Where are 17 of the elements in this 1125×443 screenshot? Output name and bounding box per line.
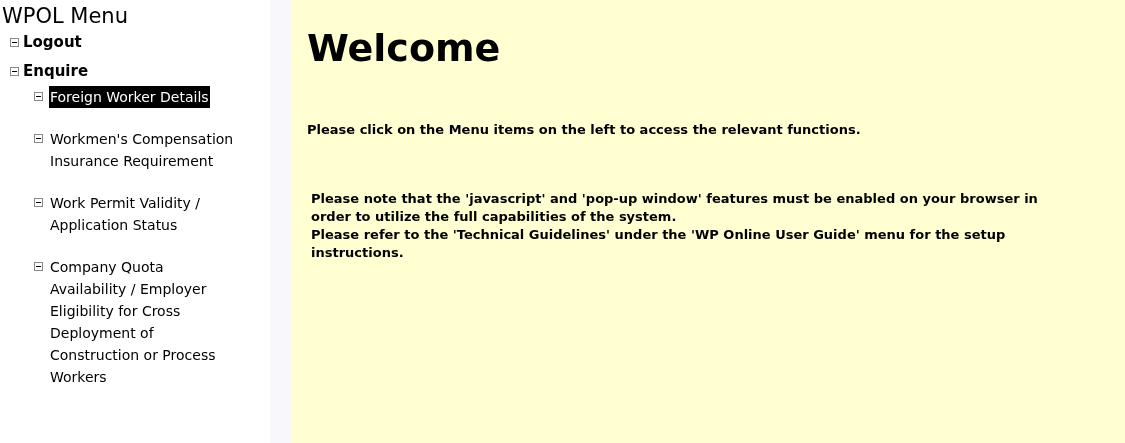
collapse-icon[interactable]: [10, 38, 19, 47]
collapse-icon[interactable]: [34, 262, 43, 271]
menu-item[interactable]: Work Permit Validity / Application Status: [49, 192, 241, 236]
menu-item[interactable]: Foreign Worker Details: [49, 86, 210, 108]
intro-text: Please click on the Menu items on the left to access the relevant functions.: [307, 121, 862, 139]
menu-title: WPOL Menu: [2, 4, 129, 28]
menu-item[interactable]: Logout: [22, 31, 83, 54]
collapse-icon[interactable]: [34, 198, 43, 207]
welcome-heading: Welcome: [307, 25, 502, 72]
collapse-icon[interactable]: [34, 92, 43, 101]
note-text: Please refer to the 'Technical Guidelines' under the 'WP Online User Guide' menu for the setup instructions.: [311, 225, 1007, 262]
collapse-icon[interactable]: [34, 134, 43, 143]
menu-item[interactable]: Company Quota Availability / Employer Eligibility for Cross Deployment of Construction or Process Workers: [49, 256, 241, 388]
collapse-icon[interactable]: [10, 67, 19, 76]
note-text: Please note that the 'javascript' and 'pop-up window' features must be enabled on your browser in order to utilize the full capabilities of the system.: [311, 189, 1039, 226]
menu-item[interactable]: Workmen's Compensation Insurance Requirement: [49, 128, 241, 172]
menu-item[interactable]: Enquire: [22, 60, 90, 83]
